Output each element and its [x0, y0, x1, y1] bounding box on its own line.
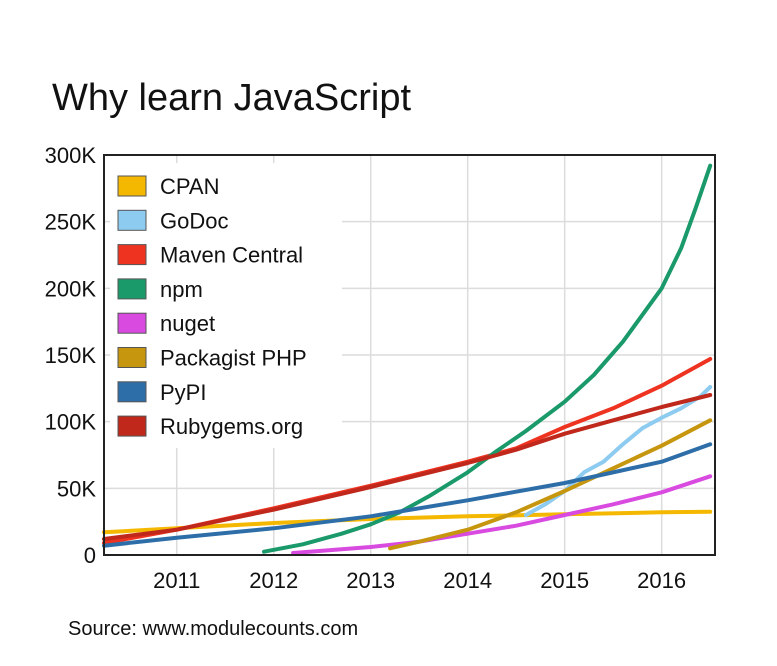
legend-swatch — [117, 244, 147, 266]
chart-figure: Why learn JavaScript 0 50K 100K 150K 200K 250… — [0, 0, 777, 666]
legend-label: CPAN — [160, 174, 220, 199]
x-tick-label: 2013 — [346, 568, 395, 593]
x-tick-label: 2015 — [540, 568, 589, 593]
legend-swatch — [117, 175, 147, 197]
legend-label: Maven Central — [160, 243, 303, 268]
x-tick-label: 2014 — [443, 568, 492, 593]
y-tick-label: 200K — [45, 276, 97, 301]
legend-swatch — [117, 209, 147, 231]
legend-label: Packagist PHP — [160, 346, 307, 371]
legend-label: GoDoc — [160, 208, 228, 233]
y-tick-label: 150K — [45, 343, 97, 368]
y-axis: 0 50K 100K 150K 200K 250K 300K — [45, 143, 97, 568]
legend-label: Rubygems.org — [160, 414, 303, 439]
source-note: Source: www.modulecounts.com — [68, 618, 358, 640]
y-tick-label: 50K — [57, 476, 96, 501]
legend-swatch — [117, 381, 147, 403]
legend-swatch — [117, 347, 147, 368]
y-tick-label: 250K — [45, 210, 97, 235]
x-tick-label: 2016 — [637, 568, 686, 593]
legend-label: PyPI — [160, 380, 206, 405]
x-tick-label: 2011 — [153, 568, 200, 593]
y-tick-label: 100K — [45, 410, 97, 435]
legend-label: npm — [160, 277, 203, 302]
legend-label: nuget — [160, 311, 215, 336]
y-tick-label: 300K — [45, 143, 97, 168]
legend-swatch — [117, 415, 147, 437]
legend: CPAN GoDoc Maven Central npm nuget Packagist … — [110, 163, 342, 448]
y-tick-label: 0 — [84, 543, 96, 568]
line-chart: Why learn JavaScript 0 50K 100K 150K 200K 250… — [45, 77, 716, 640]
legend-swatch — [117, 278, 147, 300]
x-tick-label: 2012 — [249, 568, 298, 593]
legend-box — [110, 163, 342, 448]
chart-title: Why learn JavaScript — [52, 77, 411, 119]
x-axis: 2011 2012 2013 2014 2015 2016 — [153, 568, 686, 593]
legend-swatch — [117, 312, 147, 334]
